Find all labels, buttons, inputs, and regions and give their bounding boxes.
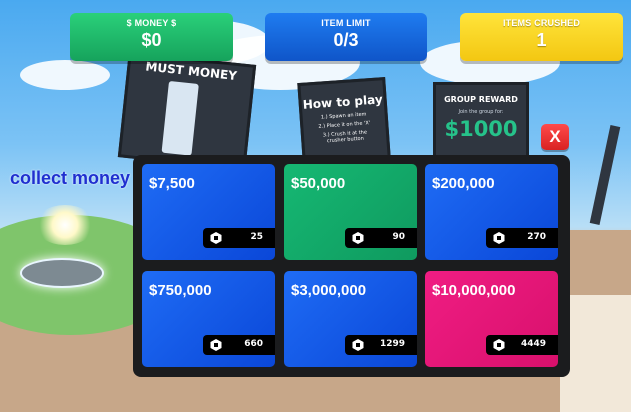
shop-item-price: $50,000 xyxy=(291,175,346,192)
robux-cost: 270 xyxy=(527,232,546,242)
item-limit-value: 0/3 xyxy=(333,30,359,50)
item-limit-counter: ITEM LIMIT 0/3 xyxy=(265,13,427,61)
post xyxy=(589,125,621,225)
robux-cost: 90 xyxy=(392,232,405,242)
shop-item-price: $7,500 xyxy=(149,175,195,192)
shop-item[interactable]: $7,500 25 xyxy=(142,164,275,260)
money-counter: $ MONEY $ $0 xyxy=(70,13,233,61)
robux-cost: 25 xyxy=(250,232,263,242)
board-title: How to play xyxy=(302,92,384,112)
shop-item[interactable]: $10,000,000 4449 xyxy=(425,271,558,367)
shop-item[interactable]: $750,000 660 xyxy=(142,271,275,367)
robux-cost: 660 xyxy=(244,339,263,349)
shop-item-price: $10,000,000 xyxy=(432,282,516,299)
shop-item[interactable]: $200,000 270 xyxy=(425,164,558,260)
glow-light xyxy=(35,205,95,245)
shop-item[interactable]: $3,000,000 1299 xyxy=(284,271,417,367)
avatar-box xyxy=(161,80,199,156)
robux-price-tag[interactable]: 1299 xyxy=(345,335,417,355)
robux-icon xyxy=(210,339,222,351)
board-title: MUST MONEY xyxy=(144,59,238,83)
shop-item-price: $200,000 xyxy=(432,175,495,192)
robux-icon xyxy=(352,339,364,351)
item-limit-label: ITEM LIMIT xyxy=(321,18,371,28)
robux-cost: 1299 xyxy=(379,339,405,349)
beige-wall xyxy=(560,295,631,412)
robux-price-tag[interactable]: 660 xyxy=(203,335,275,355)
group-reward-board: GROUP REWARD Join the group for: $1000 xyxy=(433,82,529,160)
money-shop-panel: $7,500 25 $50,000 90 $200,000 270 $750,0… xyxy=(133,155,570,377)
board-subtitle: Join the group for: xyxy=(458,109,504,115)
close-button[interactable]: X xyxy=(541,124,569,150)
board-title: GROUP REWARD xyxy=(444,95,518,104)
robux-price-tag[interactable]: 25 xyxy=(203,228,275,248)
cloud xyxy=(20,60,110,90)
robux-icon xyxy=(210,232,222,244)
money-leaderboard: MUST MONEY xyxy=(117,51,257,171)
money-value: $0 xyxy=(141,30,162,50)
reward-amount: $1000 xyxy=(444,117,518,141)
robux-price-tag[interactable]: 270 xyxy=(486,228,558,248)
collect-pad[interactable] xyxy=(20,258,104,288)
shop-item[interactable]: $50,000 90 xyxy=(284,164,417,260)
collect-money-text: collect money xyxy=(10,168,131,188)
robux-icon xyxy=(493,339,505,351)
items-crushed-label: ITEMS CRUSHED xyxy=(502,18,581,28)
robux-cost: 4449 xyxy=(520,339,546,349)
shop-item-price: $750,000 xyxy=(149,282,212,299)
how-to-play-board: How to play 1.) Spawn an item 2.) Place … xyxy=(297,77,391,164)
robux-icon xyxy=(493,232,505,244)
robux-price-tag[interactable]: 4449 xyxy=(486,335,558,355)
items-crushed-counter: ITEMS CRUSHED 1 xyxy=(460,13,623,61)
shop-item-price: $3,000,000 xyxy=(291,282,367,299)
money-label: $ MONEY $ xyxy=(126,18,177,28)
robux-icon xyxy=(352,232,364,244)
items-crushed-value: 1 xyxy=(536,30,547,50)
robux-price-tag[interactable]: 90 xyxy=(345,228,417,248)
